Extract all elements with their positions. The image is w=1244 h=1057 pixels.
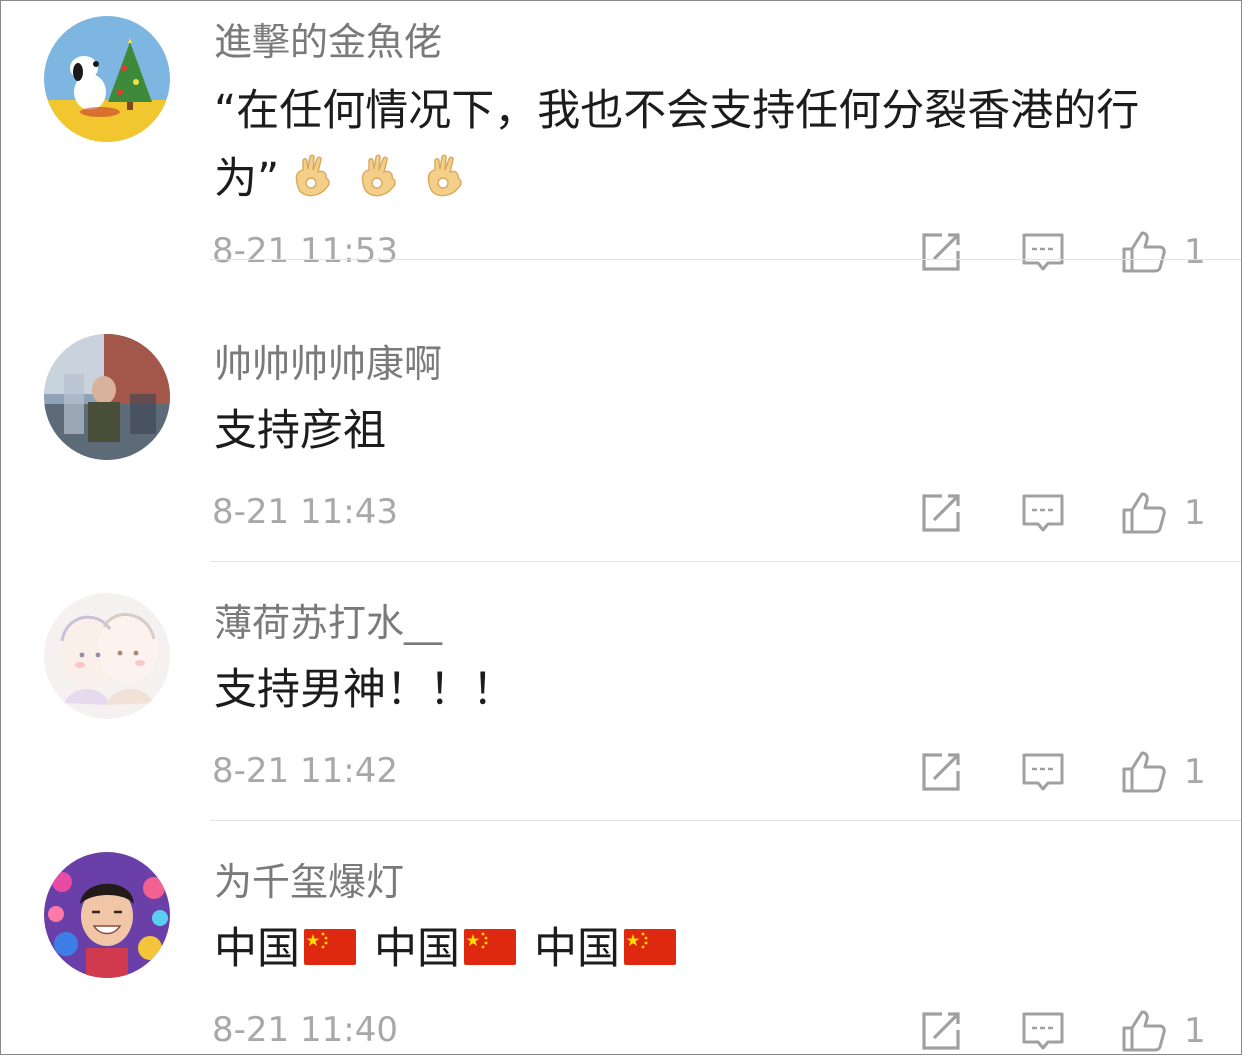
share-icon	[918, 490, 964, 536]
ok-hand-icon	[421, 153, 467, 199]
reply-icon	[1020, 749, 1066, 795]
share-icon	[918, 749, 964, 795]
like-button[interactable]	[1120, 1008, 1166, 1054]
reply-icon	[1020, 1008, 1066, 1054]
reply-button[interactable]	[1020, 229, 1066, 275]
comment-timestamp: 8-21 11:43	[212, 492, 398, 532]
snoopy-christmas-avatar-image	[44, 16, 170, 142]
avatar[interactable]	[44, 852, 170, 978]
blurred-photo-avatar-image	[44, 334, 170, 460]
thumbs-up-icon	[1120, 490, 1166, 536]
like-count: 1	[1184, 752, 1206, 792]
comment-text: 支持男神！！！	[214, 665, 515, 715]
avatar[interactable]	[44, 16, 170, 142]
reply-button[interactable]	[1020, 749, 1066, 795]
username[interactable]: 進擊的金魚佬	[214, 17, 442, 67]
divider	[210, 259, 1241, 260]
comment-text-segment: 中国	[534, 924, 620, 974]
comment-text-segment: 中国	[214, 924, 300, 974]
reply-icon	[1020, 229, 1066, 275]
avatar[interactable]	[44, 334, 170, 460]
comment-item: 为千玺爆灯 中国 中国 中国 8-21 11:40 1	[1, 821, 1241, 1055]
comment-text: 支持彦祖	[214, 406, 386, 456]
comment-list: 進擊的金魚佬 “在任何情况下，我也不会支持任何分裂香港的行为” 8-21 11:…	[0, 0, 1242, 1055]
china-flag-icon	[304, 929, 356, 965]
comment-text-segment: 中国	[374, 924, 460, 974]
comment-text-body: “在任何情况下，我也不会支持任何分裂香港的行为”	[214, 86, 1140, 204]
share-icon	[918, 1008, 964, 1054]
china-flag-icon	[624, 929, 676, 965]
username[interactable]: 薄荷苏打水__	[214, 598, 442, 648]
anime-illustration-avatar-image	[44, 593, 170, 719]
comment-timestamp: 8-21 11:53	[212, 231, 398, 271]
comment-timestamp: 8-21 11:42	[212, 751, 398, 791]
share-button[interactable]	[918, 749, 964, 795]
share-icon	[918, 229, 964, 275]
comment-text: 中国 中国 中国	[214, 915, 1199, 983]
smiling-person-avatar-image	[44, 852, 170, 978]
comment-item: 薄荷苏打水__ 支持男神！！！ 8-21 11:42 1	[1, 562, 1241, 821]
reply-button[interactable]	[1020, 490, 1066, 536]
thumbs-up-icon	[1120, 1008, 1166, 1054]
like-count: 1	[1184, 493, 1206, 533]
username[interactable]: 帅帅帅帅康啊	[214, 339, 442, 389]
share-button[interactable]	[918, 490, 964, 536]
thumbs-up-icon	[1120, 749, 1166, 795]
like-count: 1	[1184, 232, 1206, 272]
china-flag-icon	[464, 929, 516, 965]
like-button[interactable]	[1120, 490, 1166, 536]
username[interactable]: 为千玺爆灯	[214, 857, 404, 907]
comment-item: 進擊的金魚佬 “在任何情况下，我也不会支持任何分裂香港的行为” 8-21 11:…	[1, 1, 1241, 260]
share-button[interactable]	[918, 229, 964, 275]
reply-icon	[1020, 490, 1066, 536]
comment-item: 帅帅帅帅康啊 支持彦祖 8-21 11:43 1	[1, 303, 1241, 562]
reply-button[interactable]	[1020, 1008, 1066, 1054]
like-count: 1	[1184, 1011, 1206, 1051]
thumbs-up-icon	[1120, 229, 1166, 275]
comment-text: “在任何情况下，我也不会支持任何分裂香港的行为”	[214, 77, 1199, 213]
ok-hand-icon	[289, 153, 335, 199]
share-button[interactable]	[918, 1008, 964, 1054]
avatar[interactable]	[44, 593, 170, 719]
like-button[interactable]	[1120, 749, 1166, 795]
like-button[interactable]	[1120, 229, 1166, 275]
comment-timestamp: 8-21 11:40	[212, 1010, 398, 1050]
ok-hand-icon	[355, 153, 401, 199]
